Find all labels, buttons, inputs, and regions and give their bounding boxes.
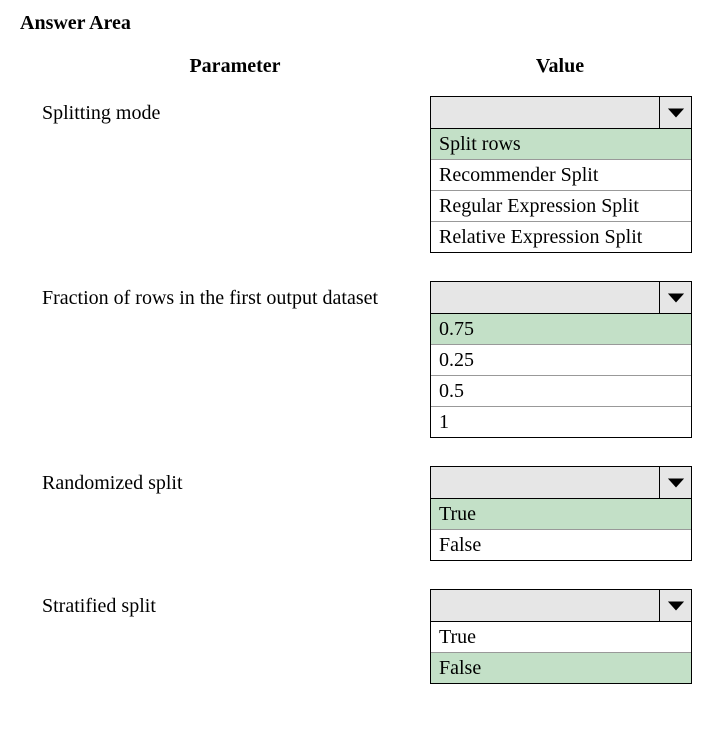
chevron-down-icon[interactable] <box>659 590 691 621</box>
dropdown-options: TrueFalse <box>430 622 692 684</box>
dropdown-option[interactable]: False <box>431 530 691 560</box>
parameter-row: Randomized splitTrueFalse <box>40 466 698 561</box>
page-title: Answer Area <box>20 12 698 35</box>
dropdown-option[interactable]: Split rows <box>431 129 691 160</box>
chevron-down-icon[interactable] <box>659 97 691 128</box>
value-column: TrueFalse <box>430 589 692 684</box>
dropdown-option[interactable]: 0.5 <box>431 376 691 407</box>
answer-table: Parameter Value Splitting modeSplit rows… <box>20 55 698 684</box>
chevron-down-icon[interactable] <box>659 467 691 498</box>
dropdown-display <box>431 282 659 313</box>
column-header-value: Value <box>430 55 690 78</box>
dropdown-option[interactable]: True <box>431 499 691 530</box>
dropdown-option[interactable]: True <box>431 622 691 653</box>
dropdown-option[interactable]: Relative Expression Split <box>431 222 691 252</box>
dropdown-option[interactable]: Recommender Split <box>431 160 691 191</box>
value-dropdown[interactable] <box>430 281 692 314</box>
dropdown-display <box>431 467 659 498</box>
dropdown-options: TrueFalse <box>430 499 692 561</box>
dropdown-option[interactable]: 0.25 <box>431 345 691 376</box>
value-dropdown[interactable] <box>430 466 692 499</box>
parameter-row: Splitting modeSplit rowsRecommender Spli… <box>40 96 698 253</box>
value-column: TrueFalse <box>430 466 692 561</box>
dropdown-option[interactable]: Regular Expression Split <box>431 191 691 222</box>
dropdown-option[interactable]: 1 <box>431 407 691 437</box>
parameter-row: Stratified splitTrueFalse <box>40 589 698 684</box>
parameter-label: Splitting mode <box>40 96 430 125</box>
parameter-label: Fraction of rows in the first output dat… <box>40 281 430 310</box>
column-header-parameter: Parameter <box>40 55 430 78</box>
parameter-label: Stratified split <box>40 589 430 618</box>
dropdown-options: Split rowsRecommender SplitRegular Expre… <box>430 129 692 253</box>
parameter-row: Fraction of rows in the first output dat… <box>40 281 698 438</box>
dropdown-display <box>431 97 659 128</box>
value-column: 0.750.250.51 <box>430 281 692 438</box>
dropdown-options: 0.750.250.51 <box>430 314 692 438</box>
value-column: Split rowsRecommender SplitRegular Expre… <box>430 96 692 253</box>
dropdown-display <box>431 590 659 621</box>
value-dropdown[interactable] <box>430 96 692 129</box>
dropdown-option[interactable]: False <box>431 653 691 683</box>
value-dropdown[interactable] <box>430 589 692 622</box>
chevron-down-icon[interactable] <box>659 282 691 313</box>
parameter-label: Randomized split <box>40 466 430 495</box>
dropdown-option[interactable]: 0.75 <box>431 314 691 345</box>
